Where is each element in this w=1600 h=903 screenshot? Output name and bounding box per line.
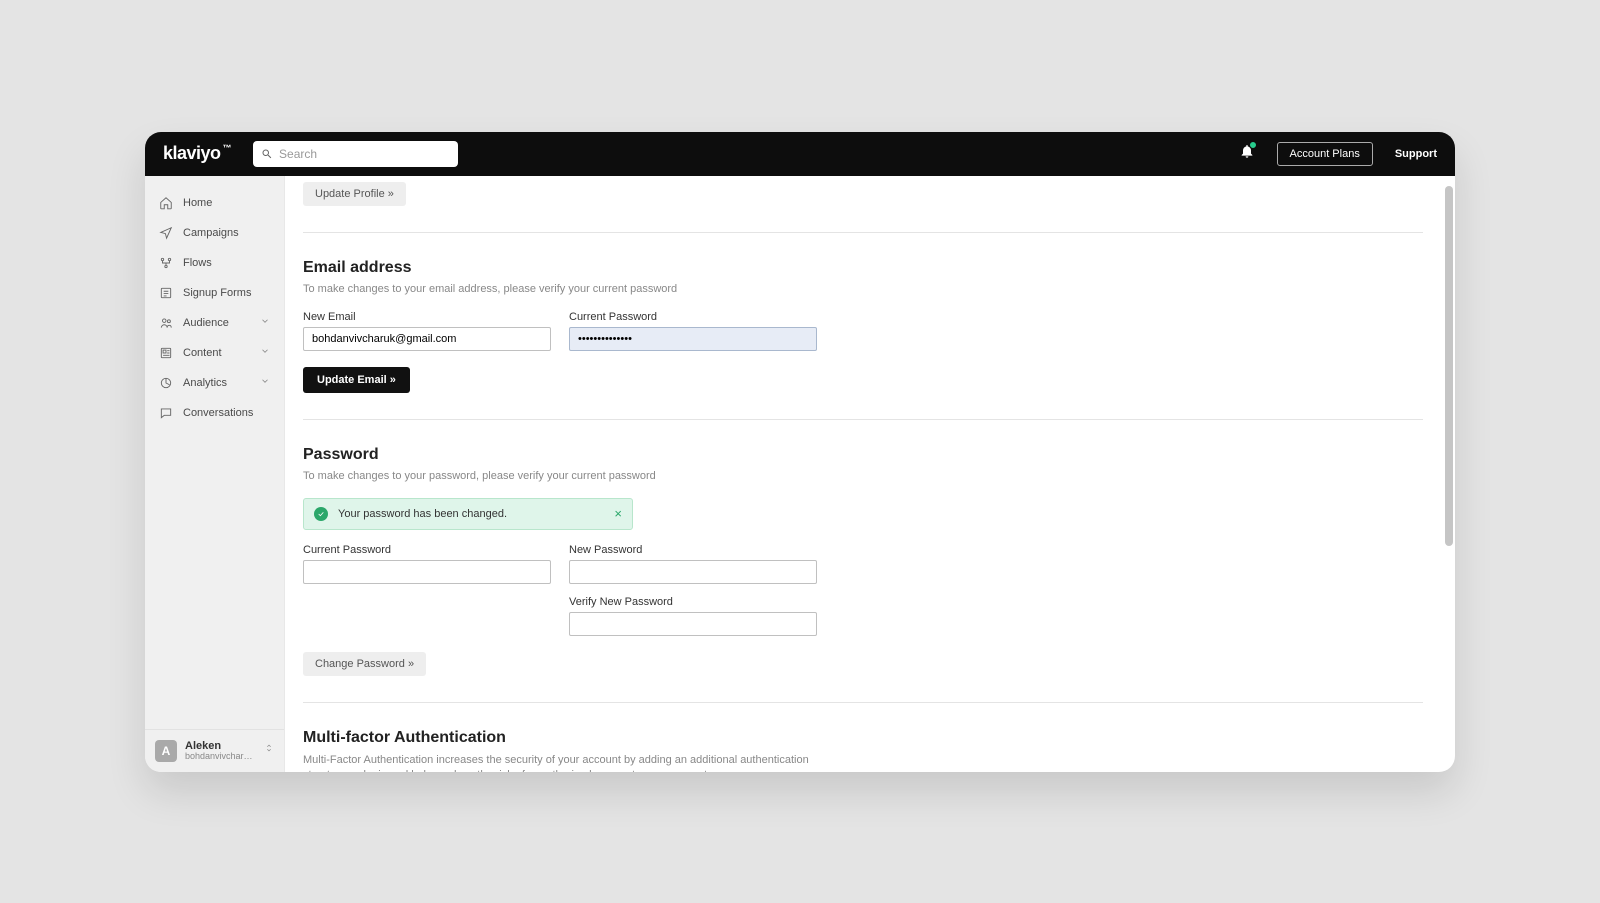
- account-switcher[interactable]: A Aleken bohdanvivcharu...: [145, 729, 284, 772]
- sidebar-item-label: Content: [183, 347, 222, 359]
- content-icon: [159, 346, 173, 360]
- sidebar-item-label: Campaigns: [183, 227, 239, 239]
- update-profile-button[interactable]: Update Profile »: [303, 182, 406, 206]
- new-email-input[interactable]: [303, 327, 551, 351]
- divider: [303, 232, 1423, 233]
- sidebar-item-label: Analytics: [183, 377, 227, 389]
- pwd-verify-input[interactable]: [569, 612, 817, 636]
- sidebar-item-conversations[interactable]: Conversations: [145, 398, 284, 428]
- pwd-new-label: New Password: [569, 544, 817, 556]
- form-icon: [159, 286, 173, 300]
- search-input[interactable]: [279, 147, 450, 161]
- pwd-current-label: Current Password: [303, 544, 551, 556]
- main-content: Update Profile » Email address To make c…: [285, 176, 1455, 772]
- sidebar-item-campaigns[interactable]: Campaigns: [145, 218, 284, 248]
- sidebar-item-label: Conversations: [183, 407, 253, 419]
- email-section: Email address To make changes to your em…: [303, 259, 1423, 393]
- password-desc: To make changes to your password, please…: [303, 470, 1423, 482]
- password-success-alert: Your password has been changed. ×: [303, 498, 633, 530]
- scrollbar[interactable]: [1445, 186, 1453, 546]
- account-avatar: A: [155, 740, 177, 762]
- chevron-down-icon: [260, 316, 270, 329]
- current-password-input[interactable]: [569, 327, 817, 351]
- divider: [303, 702, 1423, 703]
- sidebar-item-signup-forms[interactable]: Signup Forms: [145, 278, 284, 308]
- email-desc: To make changes to your email address, p…: [303, 283, 1423, 295]
- sidebar: Home Campaigns Flows Signup Forms Audien…: [145, 176, 285, 772]
- update-email-button[interactable]: Update Email »: [303, 367, 410, 393]
- alert-text: Your password has been changed.: [338, 508, 507, 520]
- password-title: Password: [303, 446, 1423, 464]
- pwd-verify-label: Verify New Password: [569, 596, 817, 608]
- current-password-label: Current Password: [569, 311, 817, 323]
- notifications-button[interactable]: [1239, 143, 1255, 164]
- analytics-icon: [159, 376, 173, 390]
- email-title: Email address: [303, 259, 1423, 277]
- change-password-button[interactable]: Change Password »: [303, 652, 426, 676]
- sidebar-item-content[interactable]: Content: [145, 338, 284, 368]
- mfa-desc: Multi-Factor Authentication increases th…: [303, 753, 823, 772]
- sidebar-item-audience[interactable]: Audience: [145, 308, 284, 338]
- sidebar-item-label: Home: [183, 197, 212, 209]
- sidebar-item-label: Audience: [183, 317, 229, 329]
- audience-icon: [159, 316, 173, 330]
- check-circle-icon: [314, 507, 328, 521]
- sidebar-item-label: Flows: [183, 257, 212, 269]
- alert-close-button[interactable]: ×: [614, 507, 622, 520]
- brand-text: klaviyo: [163, 143, 221, 164]
- notification-dot: [1249, 141, 1257, 149]
- pwd-new-input[interactable]: [569, 560, 817, 584]
- send-icon: [159, 226, 173, 240]
- brand-logo: klaviyo™: [163, 143, 231, 164]
- chevron-down-icon: [260, 346, 270, 359]
- new-email-label: New Email: [303, 311, 551, 323]
- support-link[interactable]: Support: [1395, 148, 1437, 160]
- mfa-title: Multi-factor Authentication: [303, 729, 1423, 747]
- sidebar-item-flows[interactable]: Flows: [145, 248, 284, 278]
- sidebar-item-home[interactable]: Home: [145, 188, 284, 218]
- sidebar-item-label: Signup Forms: [183, 287, 251, 299]
- flows-icon: [159, 256, 173, 270]
- pwd-current-input[interactable]: [303, 560, 551, 584]
- account-email: bohdanvivcharu...: [185, 752, 256, 762]
- search-icon: [261, 148, 273, 160]
- topbar: klaviyo™ Account Plans Support: [145, 132, 1455, 176]
- search-box[interactable]: [253, 141, 458, 167]
- account-name: Aleken: [185, 740, 256, 752]
- password-section: Password To make changes to your passwor…: [303, 446, 1423, 676]
- app-window: klaviyo™ Account Plans Support Home Camp…: [145, 132, 1455, 772]
- chevron-down-icon: [260, 376, 270, 389]
- mfa-section: Multi-factor Authentication Multi-Factor…: [303, 729, 1423, 772]
- divider: [303, 419, 1423, 420]
- sidebar-item-analytics[interactable]: Analytics: [145, 368, 284, 398]
- home-icon: [159, 196, 173, 210]
- account-plans-button[interactable]: Account Plans: [1277, 142, 1373, 166]
- chat-icon: [159, 406, 173, 420]
- updown-icon: [264, 741, 274, 760]
